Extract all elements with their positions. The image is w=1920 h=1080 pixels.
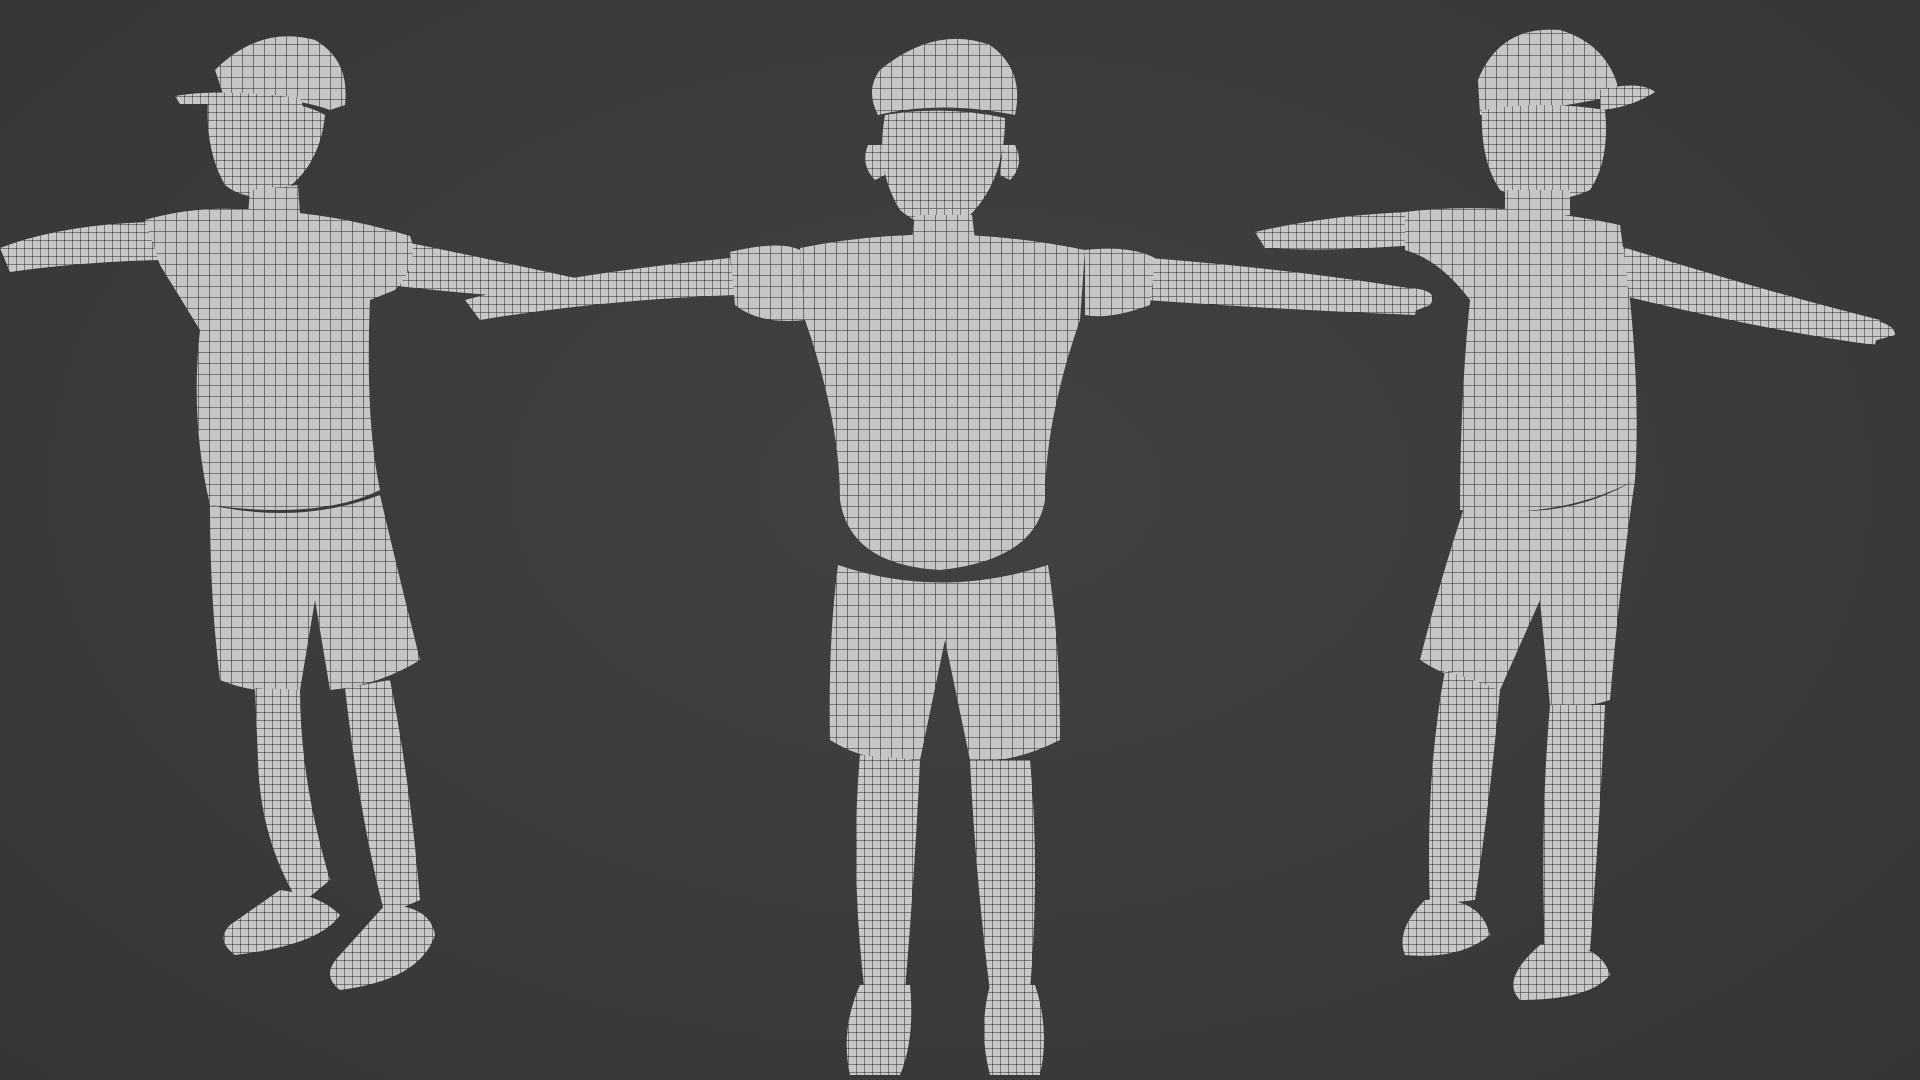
3d-viewport[interactable] xyxy=(0,0,1920,1080)
character-mesh-left[interactable] xyxy=(0,36,620,1000)
scene-render xyxy=(0,29,1895,1075)
character-mesh-back[interactable] xyxy=(1255,29,1895,1000)
